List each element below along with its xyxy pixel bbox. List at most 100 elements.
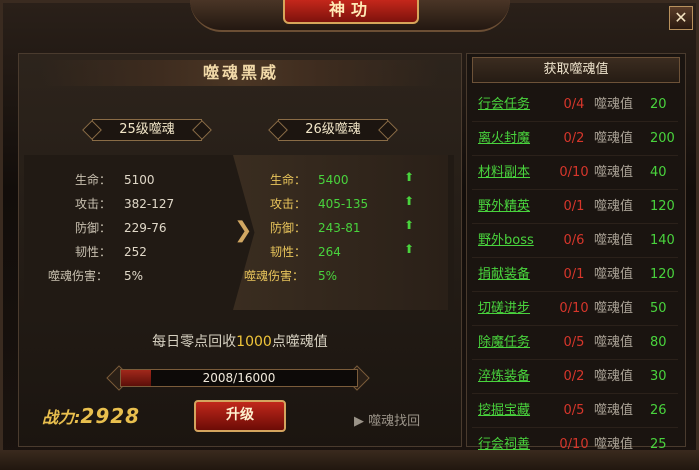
task-count: 0/4 <box>563 97 585 112</box>
current-stat-hp-value: 5100 <box>124 172 155 188</box>
value-label: 噬魂值 <box>594 267 634 282</box>
task-link[interactable]: 切磋进步 <box>478 296 530 322</box>
stat-value: 229-76 <box>124 221 167 235</box>
current-stat-hp: 生命： <box>75 172 111 188</box>
stat-label: 噬魂伤害： <box>244 269 305 283</box>
gain-row: 行会任务 0/4 噬魂值 20 <box>472 92 678 122</box>
next-stat-atk-value: 405-135 <box>318 196 368 212</box>
task-value: 140 <box>650 233 675 248</box>
value-label: 噬魂值 <box>594 403 634 418</box>
next-stat-def: 防御： <box>270 220 306 236</box>
stat-label: 防御： <box>75 221 112 235</box>
up-arrow-icon: ⬆ <box>404 242 415 256</box>
task-link[interactable]: 野外精英 <box>478 194 530 220</box>
chevron-right-icon: ❯ <box>234 218 253 243</box>
stat-value: 5% <box>318 269 338 283</box>
gain-row: 离火封魔 0/2 噬魂值 200 <box>472 126 678 156</box>
current-stat-dmg-value: 5% <box>124 268 143 284</box>
task-count: 0/1 <box>563 267 585 282</box>
task-value: 80 <box>650 335 667 350</box>
task-link[interactable]: 挖掘宝藏 <box>478 398 530 424</box>
gain-row: 切磋进步 0/10 噬魂值 50 <box>472 296 678 326</box>
task-value: 26 <box>650 403 667 418</box>
stat-value: 382-127 <box>124 197 175 211</box>
task-count: 0/10 <box>559 165 589 180</box>
row-divider <box>472 189 678 190</box>
next-level-box: 26级噬魂 <box>278 119 388 141</box>
row-divider <box>472 427 678 428</box>
next-stat-tough: 韧性： <box>270 244 306 260</box>
task-count: 0/6 <box>563 233 585 248</box>
task-value: 20 <box>650 97 667 112</box>
close-button[interactable]: ✕ <box>669 6 693 30</box>
power-value: 2928 <box>80 404 141 428</box>
task-link[interactable]: 行会任务 <box>478 92 530 118</box>
next-stat-hp-value: 5400 <box>318 172 349 188</box>
stat-label: 韧性： <box>75 245 112 259</box>
up-arrow-icon: ⬆ <box>404 170 415 184</box>
power-label: 战力: <box>42 408 81 427</box>
task-link[interactable]: 淬炼装备 <box>478 364 530 390</box>
next-stat-atk: 攻击： <box>270 196 306 212</box>
task-value: 40 <box>650 165 667 180</box>
gain-row: 除魔任务 0/5 噬魂值 80 <box>472 330 678 360</box>
value-label: 噬魂值 <box>594 199 634 214</box>
current-stat-def: 防御： <box>75 220 111 236</box>
task-count: 0/5 <box>563 403 585 418</box>
soul-progress-bar: 2008/16000 <box>120 369 358 387</box>
current-stat-atk: 攻击： <box>75 196 111 212</box>
value-label: 噬魂值 <box>594 233 634 248</box>
gain-row: 材料副本 0/10 噬魂值 40 <box>472 160 678 190</box>
stat-value: 252 <box>124 245 147 259</box>
recycle-notice: 每日零点回收1000点噬魂值 <box>100 331 380 351</box>
task-count: 0/5 <box>563 335 585 350</box>
window-title: 神功 <box>283 0 419 24</box>
recycle-suffix: 点噬魂值 <box>271 334 328 350</box>
next-stat-hp: 生命： <box>270 172 306 188</box>
value-label: 噬魂值 <box>594 97 634 112</box>
gain-panel-title: 获取噬魂值 <box>472 57 680 83</box>
row-divider <box>472 359 678 360</box>
combat-power: 战力:2928 <box>42 404 140 428</box>
task-link[interactable]: 离火封魔 <box>478 126 530 152</box>
recycle-prefix: 每日零点回收 <box>152 334 237 350</box>
progress-text: 2008/16000 <box>202 371 276 385</box>
stat-value: 5400 <box>318 173 349 187</box>
stat-label: 噬魂伤害： <box>48 269 109 283</box>
task-value: 120 <box>650 267 675 282</box>
stat-value: 264 <box>318 245 341 259</box>
gain-row: 野外精英 0/1 噬魂值 120 <box>472 194 678 224</box>
row-divider <box>472 325 678 326</box>
value-label: 噬魂值 <box>594 335 634 350</box>
gain-row: 捐献装备 0/1 噬魂值 120 <box>472 262 678 292</box>
next-stat-def-value: 243-81 <box>318 220 361 236</box>
row-divider <box>472 393 678 394</box>
gain-row: 淬炼装备 0/2 噬魂值 30 <box>472 364 678 394</box>
skill-title: 噬魂黑威 <box>202 63 279 82</box>
current-stat-def-value: 229-76 <box>124 220 167 236</box>
soul-recover-link[interactable]: ▶ 噬魂找回 <box>354 410 420 429</box>
task-link[interactable]: 材料副本 <box>478 160 530 186</box>
up-arrow-icon: ⬆ <box>404 194 415 208</box>
task-count: 0/10 <box>559 301 589 316</box>
stat-label: 生命： <box>270 173 307 187</box>
stat-label: 防御： <box>270 221 307 235</box>
current-stat-tough-value: 252 <box>124 244 147 260</box>
value-label: 噬魂值 <box>594 165 634 180</box>
task-link[interactable]: 野外boss <box>478 228 534 254</box>
row-divider <box>472 223 678 224</box>
upgrade-button[interactable]: 升级 <box>194 400 286 432</box>
task-value: 200 <box>650 131 675 146</box>
task-link[interactable]: 捐献装备 <box>478 262 530 288</box>
current-stat-dmg: 噬魂伤害： <box>48 268 108 284</box>
next-stat-dmg: 噬魂伤害： <box>244 268 304 284</box>
value-label: 噬魂值 <box>594 301 634 316</box>
current-level-box: 25级噬魂 <box>92 119 202 141</box>
task-link[interactable]: 除魔任务 <box>478 330 530 356</box>
value-label: 噬魂值 <box>594 369 634 384</box>
row-divider <box>472 155 678 156</box>
task-count: 0/2 <box>563 131 585 146</box>
current-stat-atk-value: 382-127 <box>124 196 174 212</box>
stat-label: 攻击： <box>75 197 112 211</box>
stat-label: 攻击： <box>270 197 307 211</box>
